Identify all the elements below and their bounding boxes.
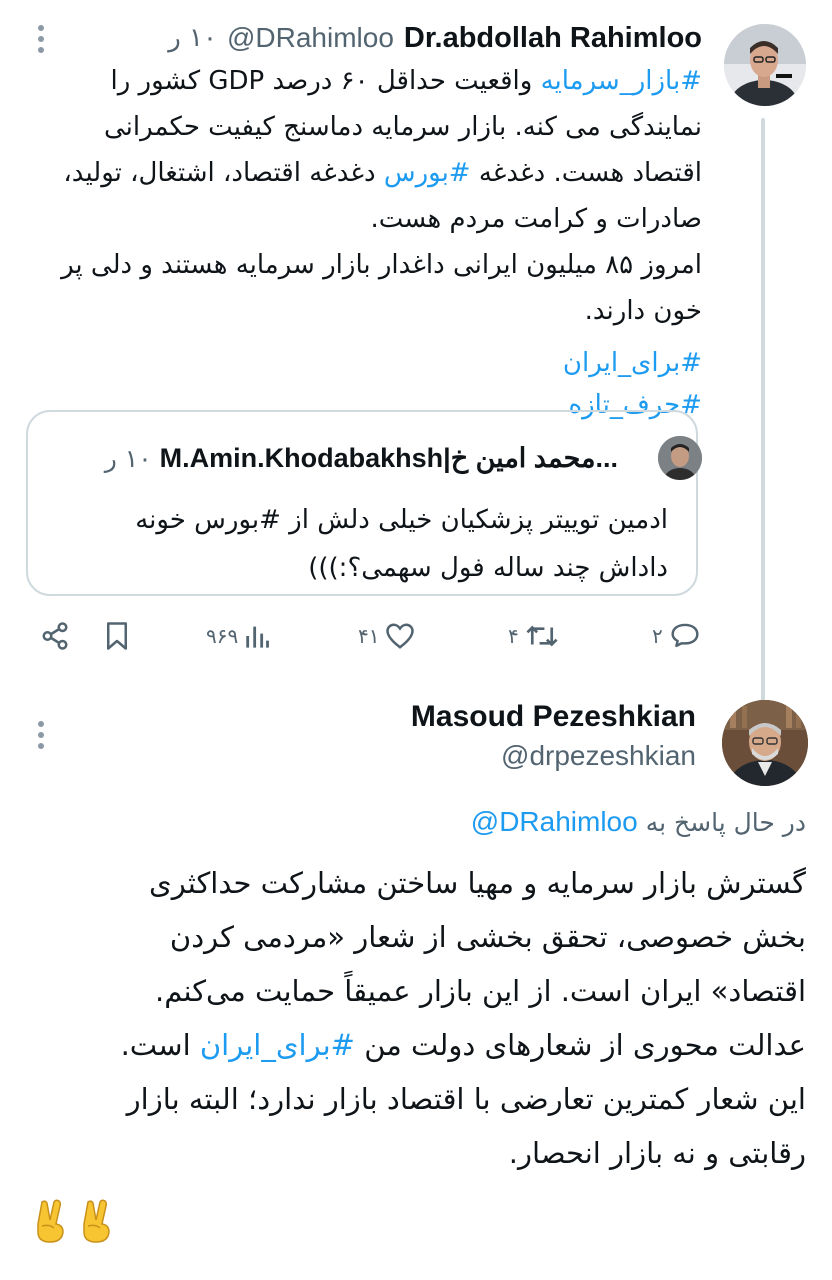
views-count: ۹۶۹ — [206, 624, 239, 648]
victory-hand-icon — [37, 1199, 64, 1243]
avatar-khodabakhsh — [658, 436, 702, 480]
quote-author-name: M.Amin.Khodabakhsh|محمد امین خ... — [159, 442, 618, 473]
tweet1-header: ۱۰ ر @DRahimloo Dr.abdollah Rahimloo — [168, 20, 702, 56]
tweet1-text: اقتصاد هست. دغدغه — [470, 158, 702, 188]
tweet1-line: اقتصاد هست. دغدغه #بورس دغدغه اقتصاد، اش… — [22, 150, 702, 196]
tweet1-line: خون دارند. — [584, 296, 702, 326]
victory-hand-icon — [83, 1199, 110, 1243]
tweet1-time[interactable]: ۱۰ ر — [168, 23, 217, 53]
views-button[interactable]: ۹۶۹ — [206, 616, 270, 656]
retweet-button[interactable]: ۴ — [508, 616, 559, 656]
hashtag-link[interactable]: #بورس — [384, 158, 471, 188]
tweet1-line: #بازار_سرمایه واقعیت حداقل ۶۰ درصد GDP ک… — [22, 58, 702, 104]
views-icon — [246, 626, 270, 648]
bookmark-icon — [107, 622, 127, 650]
quote-header: ۱۰ ر M.Amin.Khodabakhsh|محمد امین خ... — [105, 438, 618, 478]
share-button[interactable] — [40, 616, 70, 656]
tweet1-body: #بازار_سرمایه واقعیت حداقل ۶۰ درصد GDP ک… — [22, 58, 702, 424]
like-button[interactable]: ۴۱ — [358, 616, 415, 656]
tweet2-line: اقتصاد» ایران است. از این بازار عمیقاً ح… — [154, 974, 806, 1008]
quote-body: ادمین توییتر پزشکیان خیلی دلش از #بورس خ… — [48, 496, 668, 592]
reply-prefix: در حال پاسخ به — [645, 807, 806, 837]
like-count: ۴۱ — [358, 624, 380, 648]
tweet1-line: صادرات و کرامت مردم هست. — [370, 204, 703, 234]
quote-time: ۱۰ ر — [104, 443, 152, 473]
more-icon[interactable] — [36, 720, 46, 750]
like-icon — [386, 623, 415, 649]
avatar-pezeshkian-image — [722, 700, 808, 786]
tweet2-line: بخش خصوصی، تحقق بخشی از شعار «مردمی کردن — [169, 920, 806, 954]
share-icon — [42, 622, 68, 650]
reply-count: ۲ — [652, 624, 663, 648]
thread-line — [761, 118, 765, 702]
tweet2-line: این شعار کمترین تعارضی با اقتصاد بازار ن… — [126, 1082, 806, 1116]
avatar-pezeshkian[interactable] — [722, 700, 808, 786]
tweet1-author-name[interactable]: Dr.abdollah Rahimloo — [404, 22, 702, 55]
retweet-count: ۴ — [508, 624, 519, 648]
tweet2-line: عدالت محوری از شعارهای دولت من #برای_ایر… — [16, 1018, 806, 1072]
quoted-tweet-card[interactable]: ۱۰ ر M.Amin.Khodabakhsh|محمد امین خ... ا… — [26, 410, 702, 596]
tweet1-line: امروز ۸۵ میلیون ایرانی داغدار بازار سرما… — [61, 250, 702, 280]
hashtag-link[interactable]: #برای_ایران — [563, 348, 702, 378]
avatar-rahimloo-image — [724, 24, 806, 106]
reply-icon — [671, 623, 699, 648]
tweet2-text: است. — [120, 1028, 200, 1062]
tweet1-text: دغدغه اقتصاد، اشتغال، تولید، — [63, 158, 384, 188]
tweet2-author-name[interactable]: Masoud Pezeshkian — [411, 700, 696, 734]
emoji-row — [30, 1198, 116, 1244]
retweet-icon — [526, 625, 558, 647]
tweet1-text: واقعیت حداقل ۶۰ درصد GDP کشور را — [110, 66, 541, 96]
quote-line: ادمین توییتر پزشکیان خیلی دلش از #بورس خ… — [135, 505, 668, 535]
bookmark-button[interactable] — [104, 616, 130, 656]
reply-button[interactable]: ۲ — [652, 616, 701, 656]
more-icon[interactable] — [36, 24, 46, 54]
replying-to: @DRahimloo در حال پاسخ به — [471, 806, 806, 838]
tweet1-handle[interactable]: @DRahimloo — [227, 22, 394, 54]
quote-line: داداش چند ساله فول سهمی؟:))) — [308, 553, 668, 583]
hashtag-link[interactable]: #برای_ایران — [200, 1028, 355, 1062]
tweet2-text: عدالت محوری از شعارهای دولت من — [354, 1028, 806, 1062]
hashtag-link[interactable]: #بازار_سرمایه — [541, 66, 702, 96]
avatar-rahimloo[interactable] — [724, 24, 806, 106]
tweet2-handle[interactable]: @drpezeshkian — [501, 740, 696, 772]
tweet2-line: گسترش بازار سرمایه و مهیا ساختن مشارکت ح… — [149, 866, 806, 900]
tweet1-line: نمایندگی می کنه. بازار سرمایه دماسنج کیف… — [103, 112, 702, 142]
tweet2-line: رقابتی و نه بازار انحصار. — [508, 1136, 806, 1170]
tweet2-body: گسترش بازار سرمایه و مهیا ساختن مشارکت ح… — [16, 856, 806, 1180]
reply-to-link[interactable]: @DRahimloo — [471, 806, 638, 838]
